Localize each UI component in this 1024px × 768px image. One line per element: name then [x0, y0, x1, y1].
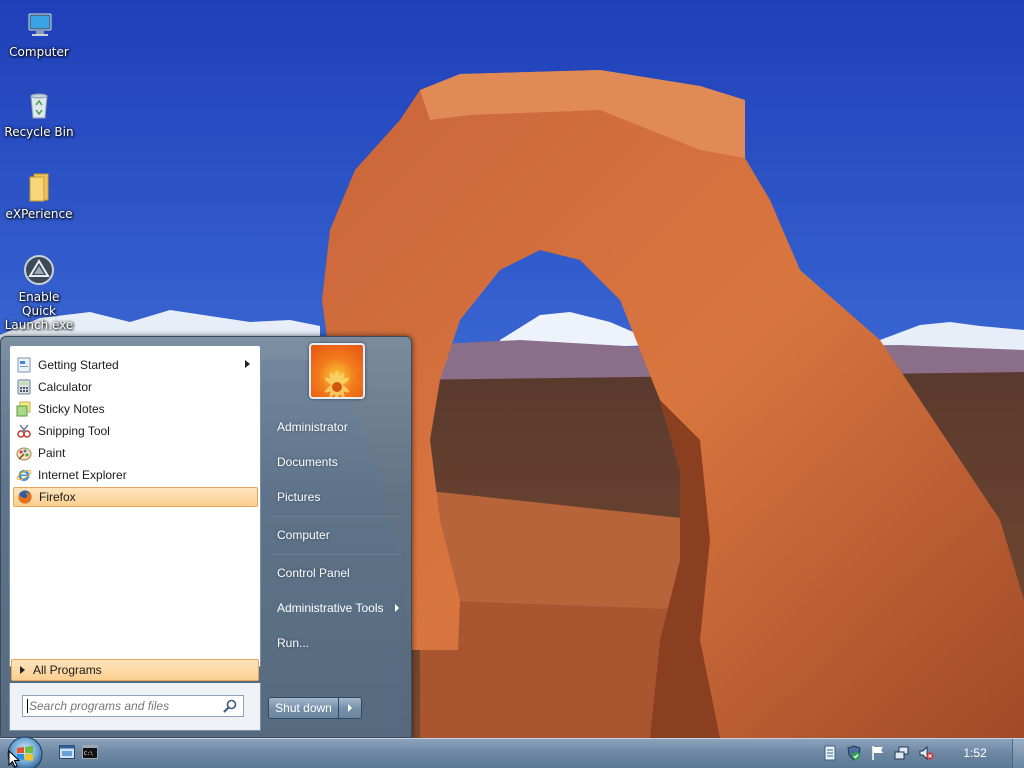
all-programs-arrow-icon [20, 666, 25, 674]
desktop-icon-label: Computer [9, 45, 69, 59]
menu-item-control-panel[interactable]: Control Panel [277, 563, 407, 583]
program-label: Paint [38, 446, 66, 460]
program-internet-explorer[interactable]: Internet Explorer [13, 465, 258, 485]
submenu-arrow-icon [245, 360, 250, 368]
desktop-icon-label: Recycle Bin [4, 125, 74, 139]
programs-pane: Getting Started Calculator Sticky Notes … [9, 345, 261, 667]
menu-item-run[interactable]: Run... [277, 633, 407, 653]
internet-explorer-icon [16, 469, 32, 481]
desktop-icon-experience[interactable]: eXPerience [0, 170, 78, 221]
menu-item-administrator[interactable]: Administrator [277, 417, 407, 437]
start-menu: Getting Started Calculator Sticky Notes … [0, 336, 412, 738]
explorer-window-icon[interactable] [59, 745, 75, 759]
network-icon[interactable] [894, 745, 910, 761]
desktop-icon-label: Enable Quick Launch.exe [4, 290, 74, 332]
all-programs-label: All Programs [33, 663, 102, 677]
program-label: Snipping Tool [38, 424, 110, 438]
flower-user-icon [311, 345, 363, 397]
shutdown-button[interactable]: Shut down [268, 697, 362, 719]
exe-icon [24, 255, 54, 285]
svg-text:C:\: C:\ [84, 751, 93, 757]
menu-item-pictures[interactable]: Pictures [277, 487, 407, 507]
all-programs-button[interactable]: All Programs [11, 659, 259, 681]
action-center-flag-icon[interactable] [870, 745, 886, 761]
menu-separator [269, 554, 401, 555]
folder-icon [29, 173, 49, 202]
computer-icon [28, 13, 52, 36]
program-snipping-tool[interactable]: Snipping Tool [13, 421, 258, 441]
desktop-icon-computer[interactable]: Computer [0, 8, 78, 59]
calculator-icon [17, 379, 31, 395]
desktop-icon-recycle-bin[interactable]: Recycle Bin [0, 88, 78, 139]
desktop-icon-enable-quick-launch[interactable]: Enable Quick Launch.exe [0, 253, 78, 332]
firefox-icon [18, 490, 32, 504]
show-desktop-button[interactable] [1012, 739, 1024, 768]
search-area: Search programs and files [9, 683, 261, 731]
program-label: Getting Started [38, 358, 119, 372]
getting-started-icon [17, 357, 31, 373]
taskbar-clock[interactable]: 1:52 [950, 738, 1000, 768]
notepad-tray-icon[interactable] [822, 745, 838, 761]
snipping-tool-icon [17, 424, 31, 438]
search-input[interactable]: Search programs and files [22, 695, 244, 717]
menu-item-label: Administrative Tools [277, 601, 384, 615]
user-picture[interactable] [309, 343, 365, 399]
search-icon[interactable] [222, 698, 238, 714]
volume-muted-icon[interactable] [918, 745, 934, 761]
program-firefox[interactable]: Firefox [13, 487, 258, 507]
shutdown-options-arrow-icon[interactable] [339, 698, 361, 718]
menu-item-documents[interactable]: Documents [277, 452, 407, 472]
menu-separator [269, 516, 401, 517]
command-prompt-icon[interactable]: C:\ [82, 745, 98, 759]
program-label: Calculator [38, 380, 93, 394]
program-label: Firefox [39, 490, 76, 504]
menu-item-administrative-tools[interactable]: Administrative Tools [277, 598, 407, 618]
desktop-icon-label: eXPerience [5, 207, 73, 221]
shutdown-label: Shut down [269, 698, 339, 718]
mouse-cursor-icon [8, 750, 20, 768]
submenu-arrow-icon [395, 604, 399, 612]
program-sticky-notes[interactable]: Sticky Notes [13, 399, 258, 419]
program-paint[interactable]: Paint [13, 443, 258, 463]
recycle-bin-icon [30, 93, 48, 119]
program-label: Sticky Notes [38, 402, 105, 416]
sticky-notes-icon [16, 401, 31, 417]
program-getting-started[interactable]: Getting Started [13, 355, 258, 375]
security-tray-icon[interactable] [846, 745, 862, 761]
menu-item-computer[interactable]: Computer [277, 525, 407, 545]
program-calculator[interactable]: Calculator [13, 377, 258, 397]
program-label: Internet Explorer [38, 468, 127, 482]
paint-icon [16, 447, 32, 461]
